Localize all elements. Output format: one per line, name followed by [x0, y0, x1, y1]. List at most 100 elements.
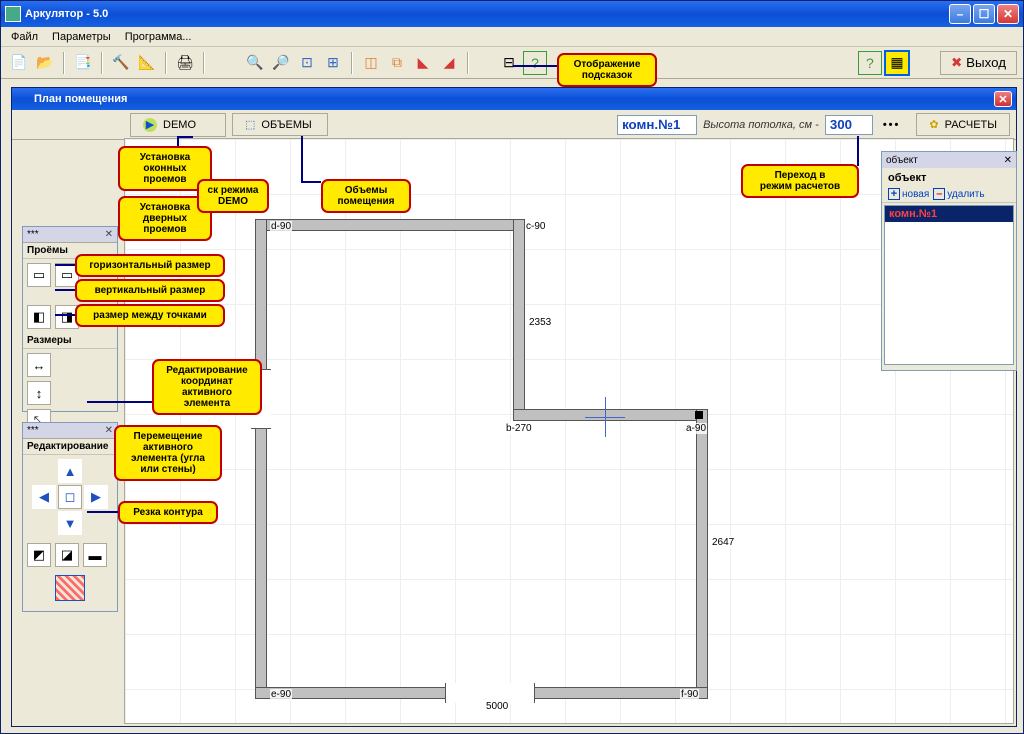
wall-left[interactable]: [255, 219, 267, 699]
play-icon: ▶: [143, 118, 157, 132]
tb-zoomwin-icon[interactable]: ⊞: [321, 51, 345, 75]
tb-mirror-h-icon[interactable]: ◫: [359, 51, 383, 75]
tb-zoomin-icon[interactable]: 🔍: [243, 51, 267, 75]
tb-open-icon[interactable]: 📂: [33, 51, 57, 75]
move-right-tool[interactable]: ▶: [84, 485, 108, 509]
cut-contour-tool[interactable]: [55, 575, 85, 601]
minimize-button[interactable]: –: [949, 4, 971, 24]
wall-tool[interactable]: ▬: [83, 543, 107, 567]
editing-panel: ***✕ Редактирование ▲ ◀ ◻ ▶ ▼ ◩ ◪ ▬: [22, 422, 118, 612]
close-icon: ✖: [951, 55, 962, 71]
tb-rotate-l-icon[interactable]: ◣: [411, 51, 435, 75]
leader-hints: [513, 65, 557, 67]
tb-options-icon[interactable]: ⊟: [497, 51, 521, 75]
wall-right[interactable]: [696, 409, 708, 699]
edit-coords-tool[interactable]: ◻: [58, 485, 82, 509]
menubar: Файл Параметры Программа...: [1, 27, 1023, 47]
move-down-tool[interactable]: ▼: [58, 511, 82, 535]
menu-params[interactable]: Параметры: [46, 29, 117, 45]
callout-edit-coords: Редактирование координат активного элеме…: [152, 359, 262, 415]
node-d: d-90: [270, 221, 292, 232]
callout-demo-mode: ск режима DEMO: [197, 179, 269, 213]
editing-header: Редактирование: [23, 439, 117, 455]
maximize-button[interactable]: ☐: [973, 4, 995, 24]
dim-right-lower: 2647: [711, 537, 735, 548]
demo-button[interactable]: ▶ DEMO: [130, 113, 226, 137]
node-c: c-90: [525, 221, 546, 232]
tb-help2-icon[interactable]: ?: [858, 51, 882, 75]
active-handle-icon[interactable]: [695, 411, 703, 419]
node-a: a-90: [685, 423, 707, 434]
opening-bottom[interactable]: [445, 683, 535, 703]
callout-volumes: Объемы помещения: [321, 179, 411, 213]
exit-button[interactable]: ✖ Выход: [940, 51, 1017, 75]
plan-toolbar: ▶ DEMO ⬚ ОБЪЕМЫ Высота потолка, см - •••…: [12, 110, 1016, 140]
node-b: b-270: [505, 423, 533, 434]
plan-close-button[interactable]: ✕: [994, 91, 1012, 107]
objects-panel: объект✕ объект +новая –удалить комн.№1: [881, 151, 1017, 371]
callout-dim-h: горизонтальный размер: [75, 254, 225, 277]
calculations-button[interactable]: ✿ РАСЧЕТЫ: [916, 113, 1010, 136]
leader-volumes: [301, 136, 303, 181]
tb-copy-icon[interactable]: 📑: [71, 51, 95, 75]
plan-icon: [16, 92, 30, 106]
leader-calc: [857, 136, 859, 166]
delete-object-button[interactable]: –удалить: [933, 188, 984, 200]
close-button[interactable]: ✕: [997, 4, 1019, 24]
new-object-button[interactable]: +новая: [888, 188, 929, 200]
dim-left-upper: 2353: [528, 317, 552, 328]
titlebar: Аркулятор - 5.0 – ☐ ✕: [1, 1, 1023, 27]
ceiling-height-input[interactable]: [825, 115, 873, 135]
volumes-button[interactable]: ⬚ ОБЪЕМЫ: [232, 113, 328, 136]
objects-list[interactable]: комн.№1: [884, 205, 1014, 365]
tb-mirror-v-icon[interactable]: ⧉: [385, 51, 409, 75]
callout-to-calc: Переход в режим расчетов: [741, 164, 859, 198]
callout-dim-pts: размер между точками: [75, 304, 225, 327]
objects-header: объект: [882, 168, 1016, 186]
tb-rotate-r-icon[interactable]: ◢: [437, 51, 461, 75]
tb-help-icon[interactable]: ?: [523, 51, 547, 75]
cube-icon: ⬚: [245, 118, 255, 131]
objects-close-icon[interactable]: ✕: [1004, 155, 1012, 166]
callout-dim-v: вертикальный размер: [75, 279, 225, 302]
tb-calc-icon[interactable]: ▦: [884, 50, 910, 76]
window-opening-tool[interactable]: ▭: [27, 263, 51, 287]
node-e: e-90: [270, 689, 292, 700]
panel-close-icon[interactable]: ✕: [105, 229, 113, 240]
plan-titlebar: План помещения ✕: [12, 88, 1016, 110]
callout-cut-contour: Резка контура: [118, 501, 218, 524]
menu-file[interactable]: Файл: [5, 29, 44, 45]
move-left-tool[interactable]: ◀: [32, 485, 56, 509]
callout-hints: Отображение подсказок: [557, 53, 657, 87]
tb-new-icon[interactable]: 📄: [7, 51, 31, 75]
main-toolbar: 📄 📂 📑 🔨 📐 🖨 🔍 🔎 ⊡ ⊞ ◫ ⧉ ◣ ◢ ⊟ ? ? ▦ ✖ Вы…: [1, 47, 1023, 79]
dim-horizontal-tool[interactable]: ↔: [27, 353, 51, 377]
corner-del-tool[interactable]: ◪: [55, 543, 79, 567]
more-dots[interactable]: •••: [879, 119, 905, 131]
corner-add-tool[interactable]: ◩: [27, 543, 51, 567]
app-icon: [5, 6, 21, 22]
room-id-input[interactable]: [617, 115, 697, 135]
gear-icon: ✿: [929, 118, 938, 131]
app-title: Аркулятор - 5.0: [25, 8, 108, 20]
dim-width: 5000: [485, 701, 509, 712]
callout-move-active: Перемещение активного элемента (угла или…: [114, 425, 222, 481]
wall-inner-vertical[interactable]: [513, 219, 525, 419]
wall-top-left[interactable]: [255, 219, 525, 231]
node-f: f-90: [680, 689, 699, 700]
move-up-tool[interactable]: ▲: [58, 459, 82, 483]
tb-zoomout-icon[interactable]: 🔎: [269, 51, 293, 75]
door-opening-tool[interactable]: ◧: [27, 305, 51, 329]
dimensions-header: Размеры: [23, 333, 117, 349]
menu-program[interactable]: Программа...: [119, 29, 198, 45]
panel2-close-icon[interactable]: ✕: [105, 425, 113, 436]
plan-title: План помещения: [34, 93, 127, 105]
tb-hammer-icon[interactable]: 🔨: [109, 51, 133, 75]
object-item[interactable]: комн.№1: [885, 206, 1013, 222]
tb-zoomfit-icon[interactable]: ⊡: [295, 51, 319, 75]
ceiling-height-label: Высота потолка, см -: [703, 119, 819, 131]
tb-scale-icon[interactable]: 📐: [135, 51, 159, 75]
dim-vertical-tool[interactable]: ↕: [27, 381, 51, 405]
crosshair-icon: [585, 397, 625, 437]
tb-print-icon[interactable]: 🖨: [173, 51, 197, 75]
